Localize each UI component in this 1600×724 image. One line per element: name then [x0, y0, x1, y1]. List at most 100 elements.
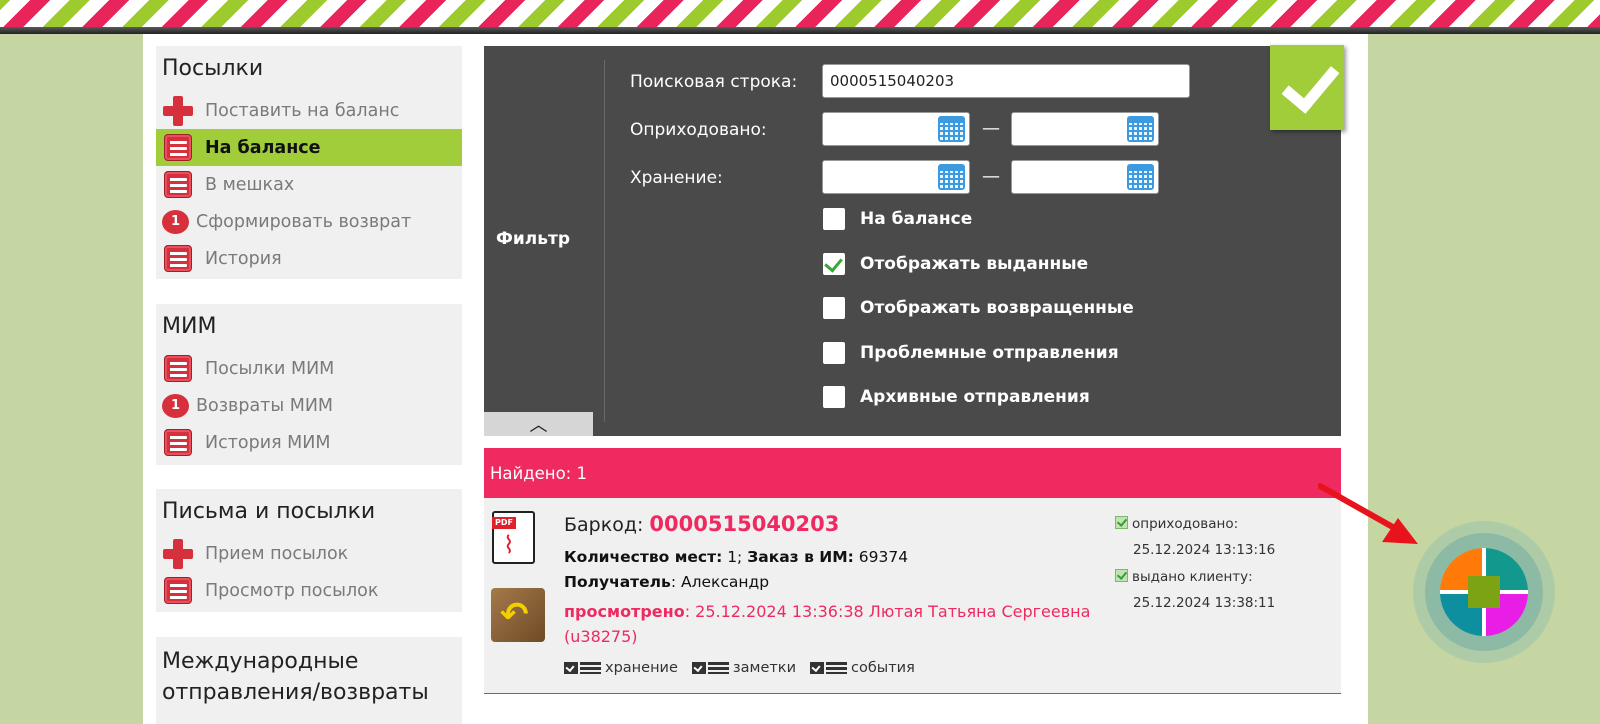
decorative-header-stripe	[0, 0, 1600, 34]
events-link[interactable]: события	[810, 660, 915, 676]
found-count-bar: Найдено: 1	[484, 448, 1341, 498]
checkbox-label: Отображать возвращенные	[860, 298, 1134, 318]
filter-panel: Фильтр ︿ Поисковая строка: 0000515040203…	[484, 46, 1341, 436]
sidebar-item-label: Прием посылок	[205, 543, 349, 564]
lines-icon	[826, 662, 847, 674]
list-icon	[162, 132, 193, 163]
sidebar-section-mim: МИМ Посылки МИМ 1 Возвраты МИМ История М…	[156, 304, 462, 465]
sidebar-item-form-return[interactable]: 1 Сформировать возврат	[156, 203, 462, 240]
section-title: Письма и посылки	[162, 499, 376, 524]
sidebar-item-mim-returns[interactable]: 1 Возвраты МИМ	[156, 387, 462, 424]
viewed-info: просмотрено: 25.12.2024 13:36:38 Лютая Т…	[564, 602, 1091, 646]
sidebar-item-view-parcels[interactable]: Просмотр посылок	[156, 572, 462, 609]
storage-to-input[interactable]	[1011, 160, 1159, 194]
sidebar-item-label: Посылки МИМ	[205, 358, 335, 379]
range-separator: —	[982, 118, 1000, 139]
check-icon	[1115, 569, 1128, 582]
sidebar-item-mim-parcels[interactable]: Посылки МИМ	[156, 350, 462, 387]
calendar-icon[interactable]	[938, 116, 965, 142]
calendar-icon[interactable]	[1127, 164, 1154, 190]
checkbox-show-issued[interactable]: Отображать выданные	[823, 253, 1088, 275]
check-icon	[1115, 516, 1128, 529]
search-label: Поисковая строка:	[630, 72, 798, 92]
storage-label: Хранение:	[630, 168, 723, 188]
sidebar-section-international: Международные отправления/возвраты	[156, 637, 462, 724]
checkbox-on-balance[interactable]: На балансе	[823, 208, 972, 230]
sidebar-item-mim-history[interactable]: История МИМ	[156, 424, 462, 461]
checkbox-label: Проблемные отправления	[860, 343, 1119, 363]
calendar-icon[interactable]	[938, 164, 965, 190]
floating-widget-button[interactable]	[1413, 521, 1555, 663]
sidebar-item-label: В мешках	[205, 174, 295, 195]
barcode: Баркод: 0000515040203	[564, 512, 840, 536]
sidebar-item-put-on-balance[interactable]: Поставить на баланс	[156, 92, 462, 129]
pdf-icon[interactable]: PDF ⌇	[492, 511, 535, 564]
storage-from-input[interactable]	[822, 160, 970, 194]
status-issued: выдано клиенту:	[1115, 569, 1253, 585]
checkbox-label: На балансе	[860, 209, 973, 229]
plus-icon	[162, 538, 193, 569]
storage-link[interactable]: хранение	[564, 660, 678, 676]
status-received: оприходовано:	[1115, 516, 1238, 532]
sidebar-item-in-bags[interactable]: В мешках	[156, 166, 462, 203]
list-icon	[162, 353, 193, 384]
sidebar-item-label: История	[205, 248, 282, 269]
green-square-icon	[1468, 576, 1500, 608]
section-title: МИМ	[162, 314, 217, 339]
places-order-line: Количество мест: 1; Заказ в ИМ: 69374	[564, 548, 909, 566]
barcode-value: 0000515040203	[649, 512, 840, 536]
sidebar-item-receive-parcels[interactable]: Прием посылок	[156, 535, 462, 572]
sidebar-section-parcels: Посылки Поставить на баланс На балансе В…	[156, 46, 462, 279]
sidebar-item-label: Поставить на баланс	[205, 100, 400, 121]
calendar-icon[interactable]	[1127, 116, 1154, 142]
expand-icon	[564, 662, 578, 674]
apply-filter-button[interactable]	[1270, 45, 1344, 130]
sidebar-item-on-balance[interactable]: На балансе	[156, 129, 462, 166]
received-to-input[interactable]	[1011, 112, 1159, 146]
result-item: PDF ⌇ ↶ Баркод: 0000515040203 Количество…	[484, 498, 1341, 694]
received-from-input[interactable]	[822, 112, 970, 146]
checkbox-label: Отображать выданные	[860, 254, 1089, 274]
return-arrow-icon: ↶	[500, 595, 529, 635]
collapse-filter-button[interactable]: ︿	[484, 412, 593, 436]
list-icon	[162, 169, 193, 200]
count-badge: 1	[162, 209, 189, 234]
status-received-time: 25.12.2024 13:13:16	[1133, 542, 1276, 558]
checkbox[interactable]	[823, 386, 845, 408]
expand-icon	[691, 662, 706, 674]
checkbox-checked[interactable]	[823, 253, 845, 275]
filter-label: Фильтр	[496, 229, 570, 249]
plus-icon	[162, 95, 193, 126]
search-input[interactable]: 0000515040203	[822, 64, 1190, 98]
checkbox[interactable]	[823, 208, 845, 230]
list-icon	[162, 575, 193, 606]
checkbox[interactable]	[823, 342, 845, 364]
received-label: Оприходовано:	[630, 120, 767, 140]
page-container: Посылки Поставить на баланс На балансе В…	[143, 34, 1368, 724]
sidebar-item-history[interactable]: История	[156, 240, 462, 277]
recipient-line: Получатель: Александр	[564, 573, 770, 591]
section-title: Посылки	[162, 56, 264, 81]
sidebar-section-letters: Письма и посылки Прием посылок Просмотр …	[156, 489, 462, 612]
checkbox-label: Архивные отправления	[860, 387, 1090, 407]
section-title: Международные отправления/возвраты	[162, 649, 429, 705]
sidebar-item-label: На балансе	[205, 137, 321, 158]
list-icon	[162, 243, 193, 274]
notes-link[interactable]: заметки	[691, 660, 796, 676]
count-badge: 1	[162, 393, 189, 418]
status-issued-time: 25.12.2024 13:38:11	[1133, 595, 1276, 611]
checkbox-problem[interactable]: Проблемные отправления	[823, 342, 1119, 364]
expand-icon	[810, 662, 824, 674]
checkbox-show-returned[interactable]: Отображать возвращенные	[823, 297, 1134, 319]
list-icon	[162, 427, 193, 458]
lines-icon	[707, 662, 729, 674]
lines-icon	[580, 662, 601, 674]
sidebar-item-label: История МИМ	[205, 432, 331, 453]
checkbox-archived[interactable]: Архивные отправления	[823, 386, 1090, 408]
red-arrow-annotation	[1318, 483, 1418, 544]
chevron-up-icon: ︿	[529, 415, 548, 436]
item-links: хранение заметки события	[564, 660, 915, 676]
checkbox[interactable]	[823, 297, 845, 319]
range-separator: —	[982, 166, 1000, 187]
sidebar-item-label: Сформировать возврат	[196, 211, 412, 232]
